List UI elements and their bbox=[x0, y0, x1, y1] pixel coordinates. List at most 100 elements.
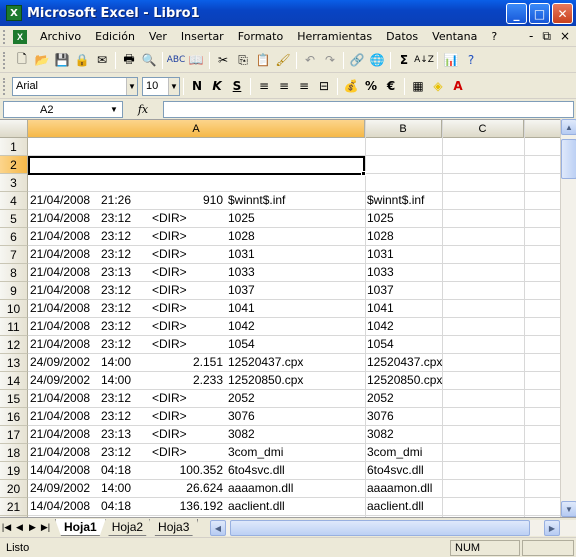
email-icon[interactable]: ✉ bbox=[92, 50, 112, 70]
cell-date[interactable]: 21/04/2008 bbox=[30, 301, 90, 315]
worksheet-grid[interactable]: A B C 21/04/2008 21:26 910 $winnt$.inf $winn… bbox=[0, 119, 560, 517]
hyperlink-icon[interactable]: 🔗 bbox=[347, 50, 367, 70]
row-header[interactable]: 15 bbox=[0, 390, 28, 408]
cell-date[interactable]: 14/04/2008 bbox=[30, 463, 90, 477]
align-center-icon[interactable]: ≡ bbox=[274, 76, 294, 96]
menu-ver[interactable]: Ver bbox=[142, 30, 174, 43]
cell-b[interactable]: $winnt$.inf bbox=[367, 193, 424, 207]
cell-time[interactable]: 23:12 bbox=[101, 211, 131, 225]
cell-date[interactable]: 21/04/2008 bbox=[30, 193, 90, 207]
fill-handle[interactable] bbox=[361, 171, 366, 176]
italic-button[interactable]: K bbox=[207, 76, 227, 96]
row-header[interactable]: 5 bbox=[0, 210, 28, 228]
new-icon[interactable]: 🗋 bbox=[12, 50, 32, 70]
cell-date[interactable]: 21/04/2008 bbox=[30, 427, 90, 441]
scroll-down-icon[interactable]: ▼ bbox=[561, 501, 576, 517]
cell-b[interactable]: 12520850.cpx bbox=[367, 373, 442, 387]
borders-icon[interactable]: ▦ bbox=[408, 76, 428, 96]
row-header[interactable]: 3 bbox=[0, 174, 28, 192]
cell-time[interactable]: 23:13 bbox=[101, 265, 131, 279]
cell-date[interactable]: 24/09/2002 bbox=[30, 481, 90, 495]
font-select[interactable]: Arial ▼ bbox=[12, 76, 138, 96]
cell-dir[interactable]: <DIR> bbox=[152, 445, 187, 459]
sort-icon[interactable]: A↓Z bbox=[414, 50, 434, 70]
font-color-icon[interactable]: A bbox=[448, 76, 468, 96]
scroll-up-icon[interactable]: ▲ bbox=[561, 119, 576, 135]
select-all-corner[interactable] bbox=[0, 120, 28, 138]
scroll-right-icon[interactable]: ▶ bbox=[544, 520, 560, 536]
cell-size[interactable]: 26.624 bbox=[186, 481, 223, 495]
cell-time[interactable]: 14:00 bbox=[101, 481, 131, 495]
cell-date[interactable]: 21/04/2008 bbox=[30, 337, 90, 351]
cell-date[interactable]: 21/04/2008 bbox=[30, 319, 90, 333]
row-header[interactable]: 1 bbox=[0, 138, 28, 156]
cell-date[interactable]: 21/04/2008 bbox=[30, 391, 90, 405]
row-header[interactable]: 10 bbox=[0, 300, 28, 318]
permission-icon[interactable]: 🔒 bbox=[72, 50, 92, 70]
toolbar-grip[interactable] bbox=[3, 51, 9, 69]
cell-b[interactable]: aaclient.dll bbox=[367, 499, 424, 513]
cell-dir[interactable]: <DIR> bbox=[152, 337, 187, 351]
cell-time[interactable]: 23:12 bbox=[101, 391, 131, 405]
cell-filename[interactable]: 1031 bbox=[228, 247, 255, 261]
cell-time[interactable]: 23:12 bbox=[101, 247, 131, 261]
spelling-icon[interactable]: ABC bbox=[166, 50, 186, 70]
row-header[interactable]: 2 bbox=[0, 156, 28, 174]
row-header[interactable]: 19 bbox=[0, 462, 28, 480]
cell-size[interactable]: 2.151 bbox=[193, 355, 223, 369]
cell-b[interactable]: 12520437.cpx bbox=[367, 355, 442, 369]
cell-filename[interactable]: 12520850.cpx bbox=[228, 373, 303, 387]
cell-time[interactable]: 23:12 bbox=[101, 319, 131, 333]
cell-size[interactable]: 100.352 bbox=[180, 463, 223, 477]
cell-dir[interactable]: <DIR> bbox=[152, 265, 187, 279]
chevron-down-icon[interactable]: ▼ bbox=[168, 77, 179, 95]
cell-dir[interactable]: <DIR> bbox=[152, 283, 187, 297]
menu-edicion[interactable]: Edición bbox=[88, 30, 142, 43]
cell-b[interactable]: aaaamon.dll bbox=[367, 481, 432, 495]
doc-minimize-icon[interactable]: - bbox=[529, 29, 533, 44]
help-icon[interactable]: ? bbox=[461, 50, 481, 70]
first-sheet-icon[interactable]: |◀ bbox=[0, 522, 13, 533]
menu-herramientas[interactable]: Herramientas bbox=[290, 30, 379, 43]
cell-filename[interactable]: 2052 bbox=[228, 391, 255, 405]
menu-insertar[interactable]: Insertar bbox=[174, 30, 231, 43]
cell-filename[interactable]: 1033 bbox=[228, 265, 255, 279]
print-icon[interactable]: 🖶 bbox=[119, 50, 139, 70]
font-size-select[interactable]: 10 ▼ bbox=[142, 76, 180, 96]
cell-dir[interactable]: <DIR> bbox=[152, 319, 187, 333]
row-header[interactable]: 6 bbox=[0, 228, 28, 246]
cell-time[interactable]: 14:00 bbox=[101, 373, 131, 387]
cell-date[interactable]: 21/04/2008 bbox=[30, 211, 90, 225]
redo-icon[interactable]: ↷ bbox=[320, 50, 340, 70]
cell-time[interactable]: 23:12 bbox=[101, 337, 131, 351]
horizontal-scroll-thumb[interactable] bbox=[230, 520, 530, 536]
row-header[interactable]: 16 bbox=[0, 408, 28, 426]
row-header[interactable]: 17 bbox=[0, 426, 28, 444]
cell-dir[interactable]: <DIR> bbox=[152, 409, 187, 423]
column-header-b[interactable]: B bbox=[365, 120, 442, 138]
sheet-tab-hoja1[interactable]: Hoja1 bbox=[55, 519, 106, 536]
underline-button[interactable]: S bbox=[227, 76, 247, 96]
vertical-scroll-thumb[interactable] bbox=[561, 139, 576, 179]
research-icon[interactable]: 📖 bbox=[186, 50, 206, 70]
cell-b[interactable]: 3082 bbox=[367, 427, 394, 441]
cell-dir[interactable]: <DIR> bbox=[152, 391, 187, 405]
row-header[interactable]: 21 bbox=[0, 498, 28, 516]
cell-date[interactable]: 21/04/2008 bbox=[30, 283, 90, 297]
menu-formato[interactable]: Formato bbox=[231, 30, 291, 43]
vertical-scrollbar[interactable]: ▲ ▼ bbox=[560, 119, 576, 517]
cell-b[interactable]: 1041 bbox=[367, 301, 394, 315]
menu-ventana[interactable]: Ventana bbox=[425, 30, 484, 43]
save-icon[interactable]: 💾 bbox=[52, 50, 72, 70]
cell-time[interactable]: 23:13 bbox=[101, 427, 131, 441]
cell-time[interactable]: 23:12 bbox=[101, 409, 131, 423]
row-header[interactable]: 18 bbox=[0, 444, 28, 462]
cell-size[interactable]: 910 bbox=[203, 193, 223, 207]
cell-date[interactable]: 21/04/2008 bbox=[30, 265, 90, 279]
maximize-button[interactable]: □ bbox=[529, 3, 550, 24]
cell-filename[interactable]: 1037 bbox=[228, 283, 255, 297]
bold-button[interactable]: N bbox=[187, 76, 207, 96]
undo-icon[interactable]: ↶ bbox=[300, 50, 320, 70]
cell-b[interactable]: 1042 bbox=[367, 319, 394, 333]
cell-b[interactable]: 1028 bbox=[367, 229, 394, 243]
